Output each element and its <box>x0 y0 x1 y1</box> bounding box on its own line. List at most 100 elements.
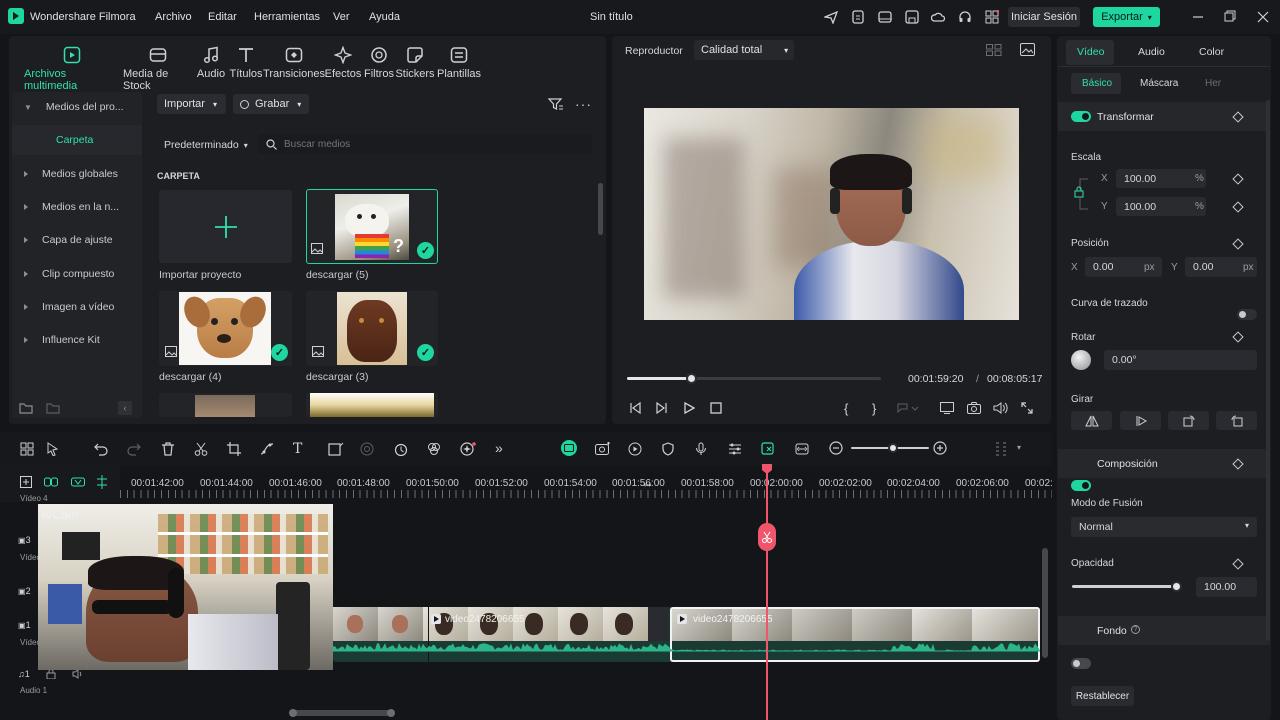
folder-icon[interactable] <box>46 402 60 414</box>
mark-out-icon[interactable]: } <box>872 401 876 416</box>
monitor-icon[interactable] <box>940 402 954 414</box>
tab-media[interactable]: Archivos multimedia <box>24 46 120 92</box>
collapse-sidebar-button[interactable]: ‹ <box>118 401 132 415</box>
playhead-line[interactable] <box>766 466 768 720</box>
play-icon[interactable] <box>683 402 695 414</box>
snap-icon[interactable] <box>761 442 775 456</box>
shield-icon[interactable] <box>662 442 674 456</box>
send-icon[interactable] <box>824 10 838 24</box>
sidebar-item-cloud-media[interactable]: Medios en la n... <box>12 192 142 222</box>
video-preview[interactable] <box>644 108 1019 320</box>
volume-icon[interactable] <box>993 402 1008 414</box>
shape-tool-icon[interactable] <box>328 442 344 456</box>
tab-transitions[interactable]: Transiciones <box>263 46 325 80</box>
media-thumb-descargar-4[interactable]: ✓ <box>159 291 292 366</box>
subtab-basic[interactable]: Básico <box>1082 78 1112 89</box>
timeline-horizontal-scrollbar[interactable] <box>289 709 395 717</box>
restore-icon[interactable] <box>1224 10 1236 24</box>
microphone-icon[interactable] <box>695 442 707 456</box>
grid-view-icon[interactable] <box>986 44 1002 56</box>
delete-icon[interactable] <box>161 442 175 456</box>
tab-stock[interactable]: Media de Stock <box>123 46 193 92</box>
sidebar-item-influence-kit[interactable]: Influence Kit <box>12 325 142 355</box>
reset-button[interactable]: Restablecer <box>1071 686 1134 706</box>
sidebar-item-image-to-video[interactable]: Imagen a vídeo <box>12 292 142 322</box>
layout-switch-icon[interactable] <box>20 442 34 456</box>
zoom-out-icon[interactable] <box>829 441 843 455</box>
new-folder-icon[interactable] <box>19 402 33 414</box>
properties-scrollbar[interactable] <box>1266 100 1270 640</box>
auto-reframe-icon[interactable] <box>561 440 577 456</box>
menu-ayuda[interactable]: Ayuda <box>369 11 400 23</box>
track-height-icon[interactable] <box>995 441 1007 457</box>
camera-snapshot-icon[interactable] <box>967 402 981 414</box>
link-clips-icon[interactable] <box>44 476 58 488</box>
more-options-icon[interactable]: ··· <box>575 96 592 112</box>
opacity-input[interactable]: 100.00 <box>1196 577 1257 597</box>
menu-archivo[interactable]: Archivo <box>155 11 192 23</box>
cloud-upload-icon[interactable] <box>931 10 945 24</box>
ripple-icon[interactable] <box>96 475 108 489</box>
blend-mode-select[interactable]: Normal ▾ <box>1071 517 1257 537</box>
sidebar-project-media[interactable]: ▼ Medios del pro... <box>12 92 142 122</box>
document-icon[interactable] <box>851 10 865 24</box>
media-thumb-descargar-3[interactable]: ✓ <box>306 291 438 366</box>
tab-effects[interactable]: Efectos <box>325 46 361 80</box>
export-button[interactable]: Exportar ▾ <box>1093 7 1160 27</box>
playback-render-icon[interactable] <box>628 442 642 456</box>
marker-icon[interactable] <box>897 403 919 413</box>
path-curve-toggle[interactable] <box>1237 309 1257 320</box>
apps-grid-icon[interactable] <box>985 10 999 24</box>
tab-audio[interactable]: Audio <box>195 46 227 80</box>
playback-progress-track[interactable] <box>627 373 881 384</box>
timeline-vertical-scrollbar[interactable] <box>1042 548 1048 658</box>
rotate-left-button[interactable] <box>1168 411 1209 430</box>
tab-audio-props[interactable]: Audio <box>1138 46 1165 58</box>
tab-stickers[interactable]: Stickers <box>395 46 435 80</box>
undo-icon[interactable] <box>94 442 108 456</box>
select-tool-icon[interactable] <box>46 442 60 456</box>
sort-dropdown[interactable]: Predeterminado ▾ <box>164 139 248 151</box>
flip-vertical-button[interactable] <box>1120 411 1161 430</box>
media-thumb-partial[interactable] <box>159 393 292 417</box>
quality-dropdown[interactable]: Calidad total ▾ <box>694 40 794 60</box>
save-icon[interactable] <box>905 10 919 24</box>
previous-frame-icon[interactable] <box>629 402 641 414</box>
rotate-right-button[interactable] <box>1216 411 1257 430</box>
rotate-input[interactable]: 0.00° <box>1104 350 1257 370</box>
menu-ver[interactable]: Ver <box>333 11 350 23</box>
media-scrollbar[interactable] <box>598 183 603 235</box>
opacity-slider-handle[interactable] <box>1171 581 1182 592</box>
timer-icon[interactable] <box>394 442 408 456</box>
snapshot-image-icon[interactable] <box>1020 43 1035 56</box>
menu-herramientas[interactable]: Herramientas <box>254 11 320 23</box>
scale-x-input[interactable]: 100.00 <box>1116 169 1206 188</box>
ai-tool-icon[interactable] <box>460 442 476 456</box>
menu-editar[interactable]: Editar <box>208 11 237 23</box>
transform-toggle[interactable] <box>1071 111 1091 122</box>
import-project-tile[interactable] <box>159 190 292 263</box>
mask-tool-icon[interactable] <box>360 442 374 456</box>
camera-record-icon[interactable] <box>595 442 611 456</box>
next-frame-icon[interactable] <box>656 402 668 414</box>
search-input[interactable] <box>284 137 574 151</box>
filter-list-icon[interactable] <box>548 97 564 111</box>
login-button[interactable]: Iniciar Sesión <box>1008 7 1080 27</box>
playback-progress-handle[interactable] <box>685 373 697 384</box>
timeline-ruler[interactable]: 00:01:42:00 00:01:44:00 00:01:46:00 00:0… <box>120 466 1052 502</box>
sidebar-item-global-media[interactable]: Medios globales <box>12 159 142 189</box>
fullscreen-icon[interactable] <box>1021 402 1033 414</box>
help-icon[interactable]: ? <box>1131 625 1140 634</box>
scale-y-input[interactable]: 100.00 <box>1116 197 1206 216</box>
magnet-icon[interactable] <box>71 476 85 488</box>
import-dropdown[interactable]: Importar ▾ <box>157 94 226 114</box>
sidebar-item-compound-clip[interactable]: Clip compuesto <box>12 259 142 289</box>
sidebar-item-adjustment-layer[interactable]: Capa de ajuste <box>12 225 142 255</box>
close-icon[interactable] <box>1257 10 1269 24</box>
rotate-dial[interactable] <box>1071 350 1091 370</box>
composition-toggle[interactable] <box>1071 480 1091 491</box>
text-tool-icon[interactable]: T <box>293 441 302 457</box>
stop-icon[interactable] <box>710 402 722 414</box>
media-thumb-descargar-5[interactable]: ? ✓ <box>306 189 438 264</box>
webcam-overlay[interactable]: iVCam <box>38 504 333 670</box>
